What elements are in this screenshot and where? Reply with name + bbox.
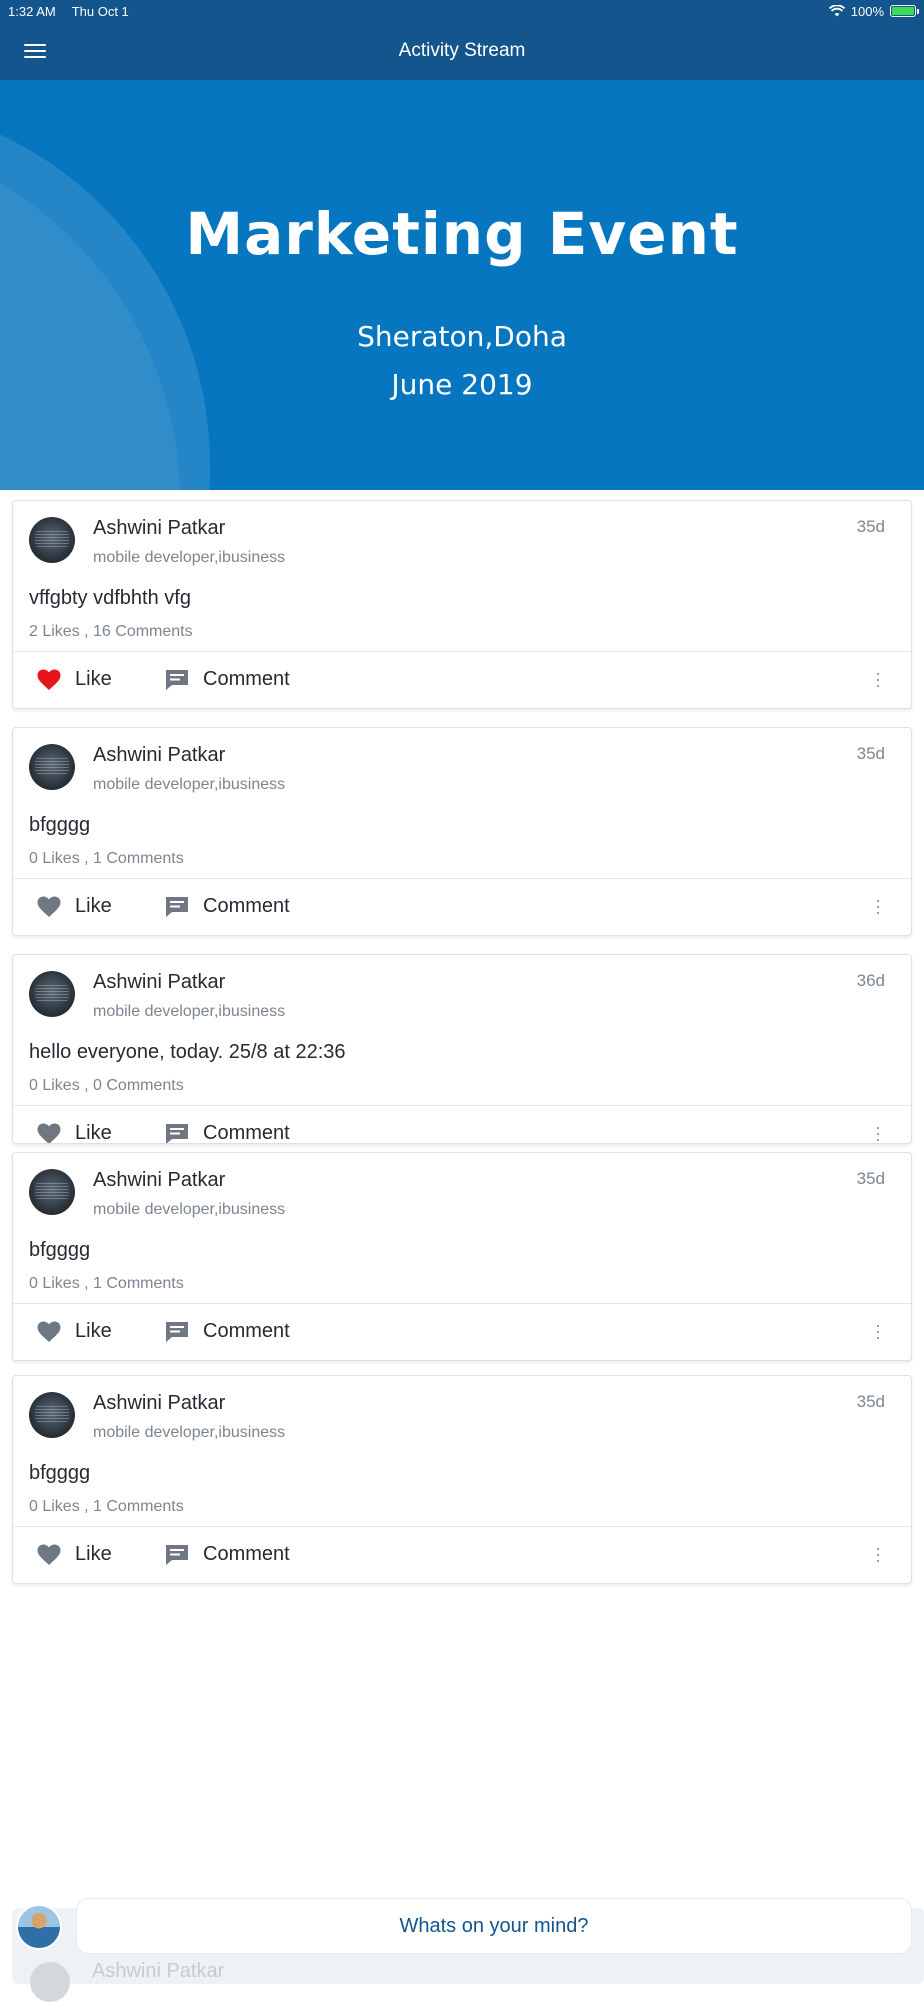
post-time: 35d [856,744,885,763]
post-author-role: mobile developer,ibusiness [93,1003,286,1020]
status-bar: 1:32 AM Thu Oct 1 100% [0,0,924,22]
more-options-icon[interactable] [875,1548,881,1562]
post-text: vffgbty vdfbhth vfg [29,587,191,609]
post-actions: Like Comment [13,652,911,708]
post-stats[interactable]: 2 Likes , 16 Comments [29,623,193,641]
post-stats[interactable]: 0 Likes , 1 Comments [29,1275,184,1293]
post-author[interactable]: Ashwini Patkar [93,1392,225,1415]
more-options-icon[interactable] [875,1325,881,1339]
status-date: Thu Oct 1 [71,3,129,19]
post-stats[interactable]: 0 Likes , 1 Comments [29,1498,184,1516]
post-author-role: mobile developer,ibusiness [93,1424,286,1441]
event-title: Marketing Event [185,200,739,268]
post-time: 35d [856,1169,885,1188]
comment-button[interactable]: Comment [165,895,290,918]
post-text: bfgggg [29,1462,91,1484]
comment-label: Comment [203,668,290,690]
status-time: 1:32 AM [8,3,56,19]
event-date: June 2019 [391,368,533,401]
battery-icon [890,5,919,17]
comment-button[interactable]: Comment [165,1543,290,1566]
like-button[interactable]: Like [37,1320,112,1343]
comment-icon [166,1123,188,1143]
ghost-post-author: Ashwini Patkar [92,1960,225,1982]
comment-icon [166,896,188,917]
post-author-role: mobile developer,ibusiness [93,1201,286,1218]
post-author[interactable]: Ashwini Patkar [93,971,225,994]
user-avatar[interactable] [16,1904,62,1950]
heart-icon [37,1123,61,1143]
wifi-icon [828,5,845,17]
avatar [30,1962,70,2002]
event-location: Sheraton,Doha [357,320,567,353]
like-button[interactable]: Like [37,1543,112,1566]
menu-icon[interactable] [24,41,48,61]
like-label: Like [75,895,112,917]
post-text: bfgggg [29,1239,91,1261]
avatar[interactable] [29,517,75,563]
heart-icon [37,1544,61,1565]
post-time: 35d [856,1392,885,1411]
comment-label: Comment [203,895,290,917]
post-time: 36d [856,971,885,990]
post-author[interactable]: Ashwini Patkar [93,744,225,767]
post-stats[interactable]: 0 Likes , 0 Comments [29,1077,184,1095]
comment-icon [166,1321,188,1342]
avatar[interactable] [29,1392,75,1438]
like-label: Like [75,1122,112,1144]
post-text: hello everyone, today. 25/8 at 22:36 [29,1041,346,1063]
like-button[interactable]: Like [37,1122,112,1144]
post-author[interactable]: Ashwini Patkar [93,517,225,540]
post-card: Ashwini Patkar mobile developer,ibusines… [12,954,912,1144]
post-actions: Like Comment [13,1527,911,1583]
post-card: Ashwini Patkar mobile developer,ibusines… [12,727,912,936]
heart-icon [37,1321,61,1342]
heart-icon [37,896,61,917]
avatar[interactable] [29,744,75,790]
post-author-role: mobile developer,ibusiness [93,549,286,566]
heart-icon [37,669,61,690]
event-banner: Marketing Event Sheraton,Doha June 2019 [0,80,924,490]
post-author-role: mobile developer,ibusiness [93,776,286,793]
comment-icon [166,1544,188,1565]
banner-decoration-circle [0,100,210,490]
comment-label: Comment [203,1543,290,1565]
like-button[interactable]: Like [37,895,112,918]
comment-icon [166,669,188,690]
like-label: Like [75,1320,112,1342]
like-button[interactable]: Like [37,668,112,691]
nav-bar: Activity Stream [0,22,924,80]
post-author[interactable]: Ashwini Patkar [93,1169,225,1192]
like-label: Like [75,668,112,690]
avatar[interactable] [29,1169,75,1215]
post-stats[interactable]: 0 Likes , 1 Comments [29,850,184,868]
like-label: Like [75,1543,112,1565]
comment-button[interactable]: Comment [165,1320,290,1343]
post-time: 35d [856,517,885,536]
comment-button[interactable]: Comment [165,1122,290,1144]
more-options-icon[interactable] [875,1127,881,1141]
post-actions: Like Comment [13,879,911,935]
comment-button[interactable]: Comment [165,668,290,691]
page-title: Activity Stream [398,40,526,61]
comment-label: Comment [203,1122,290,1144]
post-card: Ashwini Patkar mobile developer,ibusines… [12,1375,912,1584]
post-card: Ashwini Patkar mobile developer,ibusines… [12,1152,912,1361]
post-text: bfgggg [29,814,91,836]
avatar[interactable] [29,971,75,1017]
post-card: Ashwini Patkar mobile developer,ibusines… [12,500,912,709]
post-actions: Like Comment [13,1106,911,1144]
comment-label: Comment [203,1320,290,1342]
more-options-icon[interactable] [875,673,881,687]
more-options-icon[interactable] [875,900,881,914]
compose-input[interactable]: Whats on your mind? [76,1898,912,1954]
post-actions: Like Comment [13,1304,911,1360]
battery-percent: 100% [850,3,884,19]
